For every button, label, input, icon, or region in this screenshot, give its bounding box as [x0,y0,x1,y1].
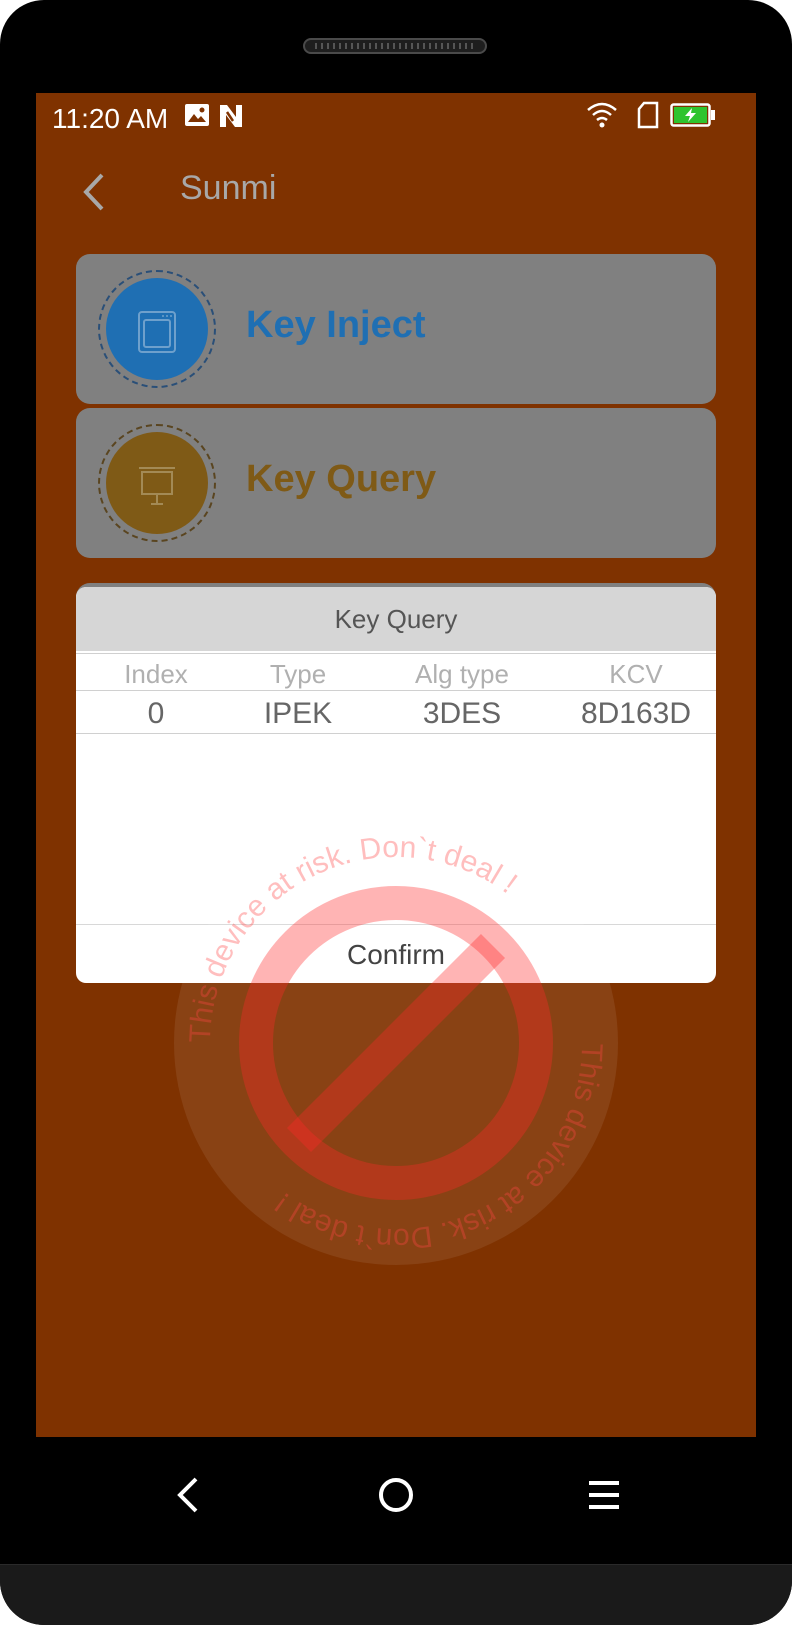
key-query-icon-badge [98,424,216,542]
sim-card-icon [636,101,660,133]
column-header-type: Type [269,659,327,689]
key-table: Index Type Alg type KCV 0 IPEK 3DES 8D16… [76,653,716,734]
system-nav-bar [36,1437,756,1547]
menu-item-key-query[interactable]: Key Query [76,408,716,558]
status-time: 11:20 AM [52,103,169,134]
key-query-dialog: Key Query Index Type Alg type KCV 0 IPEK… [76,587,716,983]
dialog-footer: Confirm [76,924,716,983]
home-icon[interactable] [366,1465,426,1525]
speaker-grille [303,38,487,54]
page-title: Sunmi [180,169,277,207]
column-header-kcv: KCV [609,659,663,689]
bottom-bezel [0,1564,792,1625]
app-bar: Sunmi [36,143,756,241]
menu-item-label: Key Query [246,458,437,500]
confirm-button[interactable]: Confirm [76,939,716,971]
column-header-index: Index [124,659,188,689]
menu-icon[interactable] [574,1465,634,1525]
chevron-left-icon[interactable] [76,169,116,215]
screen: 11:20 AM Sunmi Key Inject Key Query Key … [36,93,756,1437]
menu-item-key-inject[interactable]: Key Inject [76,254,716,404]
dialog-header: Key Query [76,587,716,651]
menu-item-label: Key Inject [246,304,426,346]
table-header-row: Index Type Alg type KCV [76,653,716,691]
cell-index: 0 [147,697,165,730]
phone-frame: 11:20 AM Sunmi Key Inject Key Query Key … [0,0,792,1625]
wifi-icon [586,101,618,133]
key-inject-icon-badge [98,270,216,388]
dialog-title: Key Query [334,604,458,634]
image-icon [184,103,210,131]
cell-type: IPEK [263,697,333,730]
n-app-icon [218,103,244,133]
status-bar: 11:20 AM [36,93,756,143]
column-header-alg-type: Alg type [415,659,509,689]
battery-charging-icon [670,103,716,131]
cell-alg-type: 3DES [422,697,502,730]
watermark-text-2: This device at risk. Don`t deal ! [269,1043,608,1256]
window-icon [138,311,176,353]
table-row: 0 IPEK 3DES 8D163D [76,691,716,734]
cell-kcv: 8D163D [580,697,692,730]
back-icon[interactable] [158,1465,218,1525]
presentation-board-icon [139,467,175,505]
